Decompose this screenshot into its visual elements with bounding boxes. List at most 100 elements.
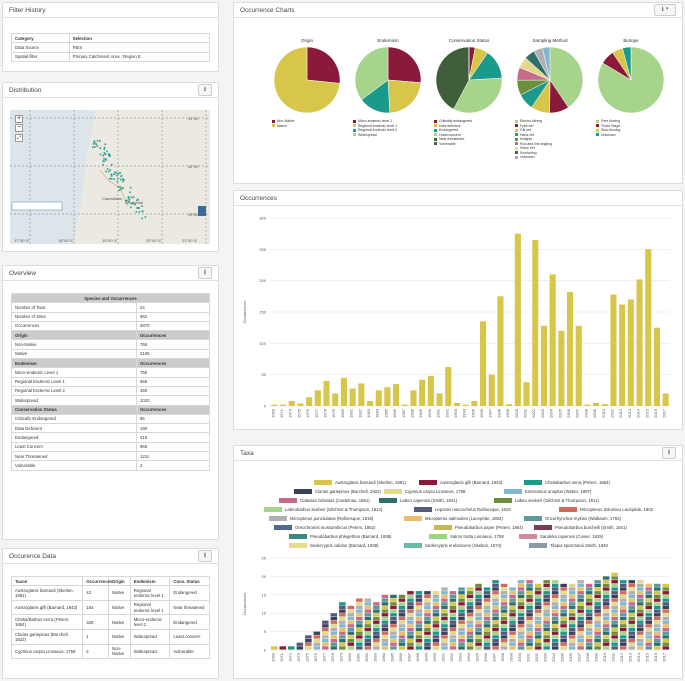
stack-segment[interactable] xyxy=(458,642,465,646)
stack-segment[interactable] xyxy=(381,613,389,617)
stack-segment[interactable] xyxy=(449,620,457,624)
stack-segment[interactable] xyxy=(449,646,457,650)
stack-segment[interactable] xyxy=(407,609,414,613)
stack-segment[interactable] xyxy=(398,624,406,628)
stack-segment[interactable] xyxy=(330,613,338,617)
stack-segment[interactable] xyxy=(407,620,414,624)
legend-item[interactable]: Free flowing xyxy=(596,119,666,123)
stack-segment[interactable] xyxy=(492,635,499,639)
stack-segment[interactable] xyxy=(517,605,525,610)
stack-segment[interactable] xyxy=(509,620,516,624)
stack-segment[interactable] xyxy=(577,580,584,584)
stack-segment[interactable] xyxy=(364,598,372,602)
stack-segment[interactable] xyxy=(628,583,636,588)
stack-segment[interactable] xyxy=(339,627,346,632)
stack-segment[interactable] xyxy=(466,613,474,617)
stack-segment[interactable] xyxy=(628,613,636,617)
stack-segment[interactable] xyxy=(628,602,636,606)
stack-segment[interactable] xyxy=(602,616,610,621)
stack-segment[interactable] xyxy=(577,620,584,624)
stack-segment[interactable] xyxy=(602,635,610,639)
taxa-legend-item[interactable]: Austroglanis gilli (Barnard, 1943) xyxy=(419,480,502,485)
stack-segment[interactable] xyxy=(347,631,355,635)
header-endemism[interactable]: Endemism xyxy=(129,575,171,587)
stack-segment[interactable] xyxy=(560,591,567,595)
stack-segment[interactable] xyxy=(568,620,576,624)
stack-segment[interactable] xyxy=(594,594,601,599)
stack-segment[interactable] xyxy=(500,587,508,591)
stack-segment[interactable] xyxy=(509,631,516,635)
stack-segment[interactable] xyxy=(458,609,465,613)
stack-segment[interactable] xyxy=(424,646,431,650)
stack-segment[interactable] xyxy=(483,591,491,595)
taxa-legend-item[interactable]: Pseudobarbus burchelli (Smith, 1841) xyxy=(534,525,627,530)
stack-segment[interactable] xyxy=(509,598,516,602)
stack-segment[interactable] xyxy=(645,583,653,588)
stack-segment[interactable] xyxy=(645,605,653,610)
stack-segment[interactable] xyxy=(330,616,338,621)
stack-segment[interactable] xyxy=(551,627,559,632)
stack-segment[interactable] xyxy=(551,616,559,621)
stack-segment[interactable] xyxy=(492,616,499,621)
stack-segment[interactable] xyxy=(594,635,601,639)
stack-segment[interactable] xyxy=(432,616,440,621)
stack-segment[interactable] xyxy=(543,620,550,624)
stack-segment[interactable] xyxy=(628,620,636,624)
bar[interactable] xyxy=(506,404,513,406)
stack-segment[interactable] xyxy=(628,624,636,628)
bar[interactable] xyxy=(393,384,400,406)
stack-segment[interactable] xyxy=(492,613,499,617)
stack-segment[interactable] xyxy=(645,635,653,639)
stack-segment[interactable] xyxy=(373,639,380,643)
stack-segment[interactable] xyxy=(577,613,584,617)
bar[interactable] xyxy=(401,404,408,406)
legend-item[interactable]: Snorkeling xyxy=(515,151,585,155)
bar[interactable] xyxy=(384,387,391,406)
stack-segment[interactable] xyxy=(458,616,465,621)
stack-segment[interactable] xyxy=(517,616,525,621)
stack-segment[interactable] xyxy=(364,602,372,606)
stack-segment[interactable] xyxy=(637,594,644,599)
stack-segment[interactable] xyxy=(611,616,618,621)
stack-segment[interactable] xyxy=(611,609,618,613)
bar[interactable] xyxy=(549,274,556,406)
stack-segment[interactable] xyxy=(398,616,406,621)
stack-segment[interactable] xyxy=(449,591,457,595)
legend-item[interactable]: Fyke net xyxy=(515,124,585,128)
bar[interactable] xyxy=(288,401,295,406)
stack-segment[interactable] xyxy=(662,594,670,599)
stack-segment[interactable] xyxy=(568,583,576,588)
stack-segment[interactable] xyxy=(475,642,482,646)
stack-segment[interactable] xyxy=(560,616,567,621)
stack-segment[interactable] xyxy=(475,609,482,613)
stack-segment[interactable] xyxy=(475,602,482,606)
stack-segment[interactable] xyxy=(475,627,482,632)
stack-segment[interactable] xyxy=(381,627,389,632)
stack-segment[interactable] xyxy=(432,609,440,613)
stack-segment[interactable] xyxy=(534,613,542,617)
stack-segment[interactable] xyxy=(407,602,414,606)
stack-segment[interactable] xyxy=(492,591,499,595)
stack-segment[interactable] xyxy=(330,646,338,650)
stack-segment[interactable] xyxy=(492,620,499,624)
stack-segment[interactable] xyxy=(356,624,363,628)
stack-segment[interactable] xyxy=(611,598,618,602)
legend-item[interactable]: Electro-fishing xyxy=(515,119,585,123)
stack-segment[interactable] xyxy=(415,627,423,632)
stack-segment[interactable] xyxy=(560,620,567,624)
stack-segment[interactable] xyxy=(390,627,397,632)
stack-segment[interactable] xyxy=(390,631,397,635)
bar[interactable] xyxy=(462,404,469,406)
stack-segment[interactable] xyxy=(645,613,653,617)
taxa-legend-item[interactable]: Labeobarbus seeberi (Gilchrist & Thompso… xyxy=(264,507,382,512)
stack-segment[interactable] xyxy=(500,620,508,624)
stack-segment[interactable] xyxy=(517,602,525,606)
stack-segment[interactable] xyxy=(611,642,618,646)
stack-segment[interactable] xyxy=(509,635,516,639)
stack-segment[interactable] xyxy=(577,631,584,635)
stack-segment[interactable] xyxy=(322,635,329,639)
stack-segment[interactable] xyxy=(662,598,670,602)
stack-segment[interactable] xyxy=(517,639,525,643)
stack-segment[interactable] xyxy=(611,620,618,624)
stack-segment[interactable] xyxy=(364,605,372,610)
